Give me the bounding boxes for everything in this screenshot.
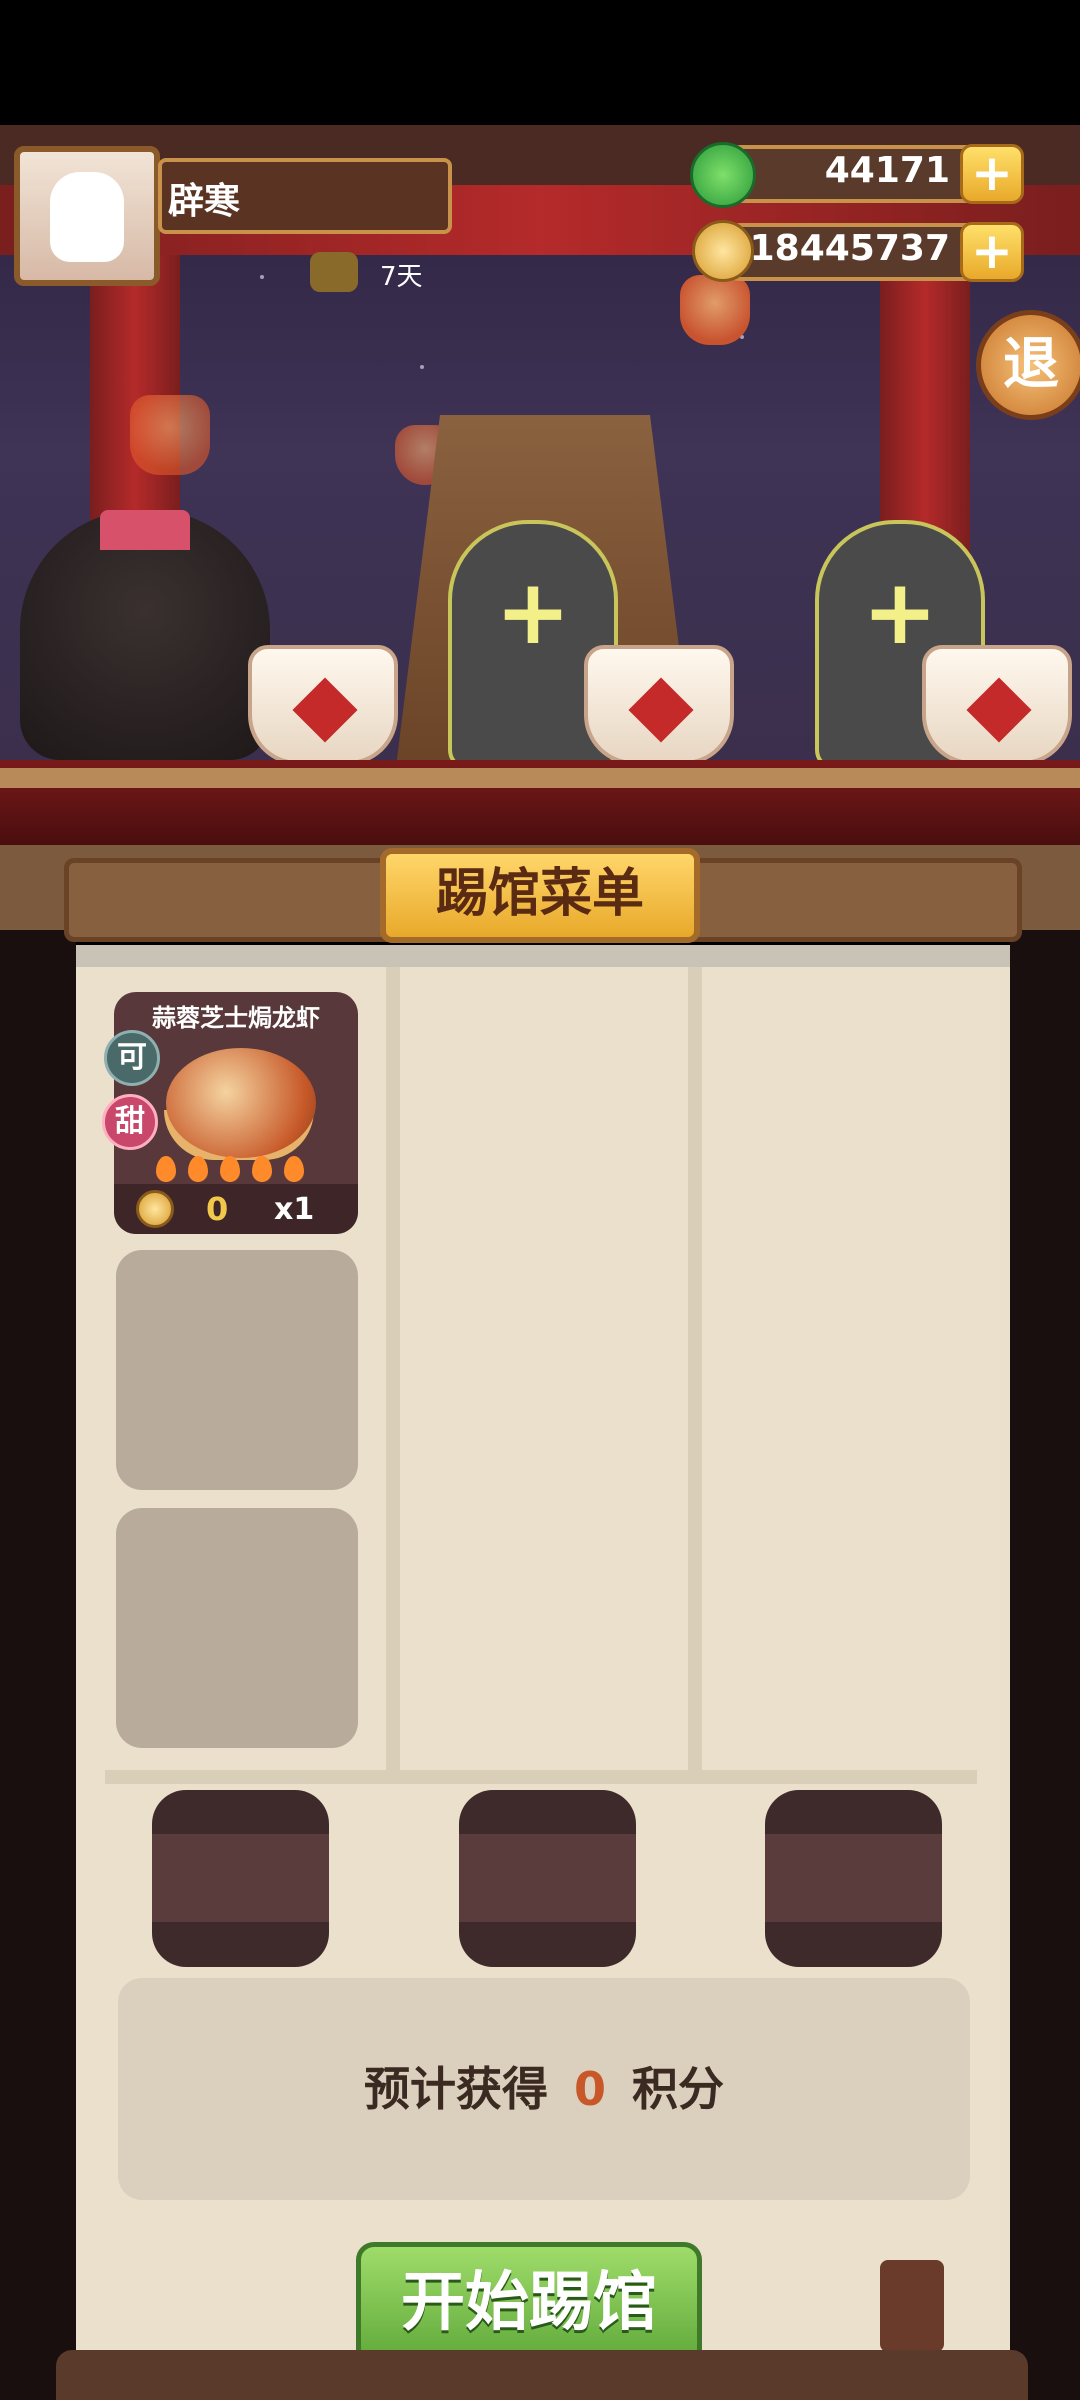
flame-icon	[252, 1156, 272, 1182]
lantern-icon	[680, 275, 750, 345]
jade-amount: 44171	[824, 150, 950, 191]
column-divider	[688, 967, 702, 1770]
score-suffix: 积分	[632, 2062, 724, 2116]
chef-seat[interactable]	[152, 1790, 329, 1967]
add-gold-button[interactable]: +	[960, 222, 1024, 282]
dish-name: 蒜蓉芝士焗龙虾	[152, 1004, 320, 1032]
dish-tag-sweet: 甜	[102, 1094, 158, 1150]
exit-button[interactable]: 退	[976, 310, 1080, 420]
expected-score: 预计获得 0 积分	[118, 1978, 970, 2200]
left-border	[0, 930, 76, 2400]
lantern-icon	[130, 395, 210, 475]
status-area	[0, 0, 1080, 125]
lobster-dish-icon	[166, 1048, 316, 1158]
empty-dish-slot[interactable]	[116, 1508, 358, 1748]
row-divider	[105, 1770, 977, 1784]
bottom-bar	[56, 2350, 1028, 2400]
gold-amount: 18445737	[749, 228, 950, 269]
panel-title: 踢馆菜单	[380, 848, 700, 943]
dish-tag-ke: 可	[104, 1030, 160, 1086]
flame-icon	[156, 1156, 176, 1182]
add-jade-button[interactable]: +	[960, 144, 1024, 204]
stage-edge	[0, 768, 1080, 788]
pot-icon	[922, 645, 1072, 765]
flame-icon	[188, 1156, 208, 1182]
key-icon	[310, 252, 358, 292]
dish-cost: 0	[206, 1190, 229, 1228]
coin-icon	[136, 1190, 174, 1228]
chef-seat[interactable]	[459, 1790, 636, 1967]
panel-top-strip	[76, 945, 1010, 967]
pot-icon	[248, 645, 398, 765]
column-divider	[386, 967, 400, 1770]
score-prefix: 预计获得	[363, 2062, 548, 2116]
score-value: 0	[573, 2062, 606, 2116]
chef-seat[interactable]	[765, 1790, 942, 1967]
crown-icon	[100, 510, 190, 550]
flame-icon	[284, 1156, 304, 1182]
pot-icon	[584, 645, 734, 765]
player-name: 辟寒	[168, 181, 241, 222]
flame-icon	[220, 1156, 240, 1182]
utensil-jar-icon	[880, 2260, 944, 2352]
player-avatar[interactable]	[14, 146, 160, 286]
days-remaining: 7天	[380, 262, 423, 292]
right-border	[1010, 930, 1080, 2400]
empty-dish-slot[interactable]	[116, 1250, 358, 1490]
dish-quantity: x1	[274, 1192, 315, 1227]
